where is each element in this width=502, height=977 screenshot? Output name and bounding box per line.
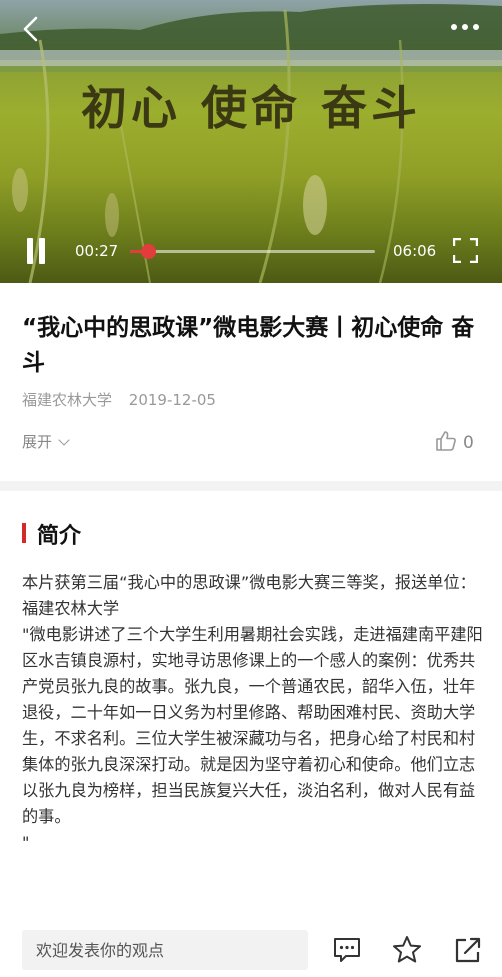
share-icon <box>455 937 481 963</box>
article-date: 2019-12-05 <box>128 391 216 409</box>
article-source: 福建农林大学 <box>22 391 113 409</box>
intro-paragraph: 本片获第三届“我心中的思政课”微电影大赛三等奖，报送单位：福建农林大学 <box>22 573 476 618</box>
article-meta: 福建农林大学 2019-12-05 <box>22 389 216 410</box>
more-options-button[interactable] <box>450 16 480 40</box>
thumbs-up-icon <box>436 431 456 451</box>
back-arrow-icon <box>23 16 38 42</box>
share-button[interactable] <box>453 935 483 965</box>
pause-icon-bar <box>39 238 45 264</box>
expand-button[interactable]: 展开 <box>22 431 70 452</box>
video-controls: 00:27 06:06 <box>0 230 502 274</box>
heading-accent-bar <box>22 523 26 543</box>
article-title: “我心中的思政课”微电影大赛丨初心使命 奋斗 <box>22 315 475 376</box>
section-divider <box>0 481 502 491</box>
pause-icon <box>27 238 33 264</box>
fullscreen-icon <box>452 237 479 264</box>
like-count: 0 <box>463 433 474 453</box>
intro-paragraph: "微电影讲述了三个大学生利用暑期社会实践，走进福建南平建阳区水吉镇良源村，实地寻… <box>22 625 483 826</box>
progress-knob[interactable] <box>141 244 157 259</box>
video-overlay-title: 初心 使命 奋斗 <box>80 81 422 135</box>
bottom-bar <box>0 917 502 977</box>
duration: 06:06 <box>393 242 437 260</box>
intro-text: 本片获第三届“我心中的思政课”微电影大赛三等奖，报送单位：福建农林大学 "微电影讲… <box>22 570 486 856</box>
back-button[interactable] <box>18 14 48 44</box>
comment-input[interactable] <box>22 930 308 970</box>
intro-heading-text: 简介 <box>37 524 82 549</box>
expand-label: 展开 <box>22 433 53 451</box>
comment-button[interactable] <box>332 935 362 965</box>
like-button[interactable]: 0 <box>435 430 474 453</box>
favorite-button[interactable] <box>392 935 422 965</box>
comment-icon <box>334 938 360 962</box>
star-icon <box>393 936 421 963</box>
chevron-down-icon <box>58 434 70 446</box>
pause-button[interactable] <box>26 238 48 266</box>
intro-paragraph: " <box>22 833 30 852</box>
more-dots-icon <box>451 24 479 30</box>
progress-slider[interactable] <box>130 244 375 259</box>
current-time: 00:27 <box>75 242 119 260</box>
video-player[interactable]: 初心 使命 奋斗 00:27 06:06 <box>0 0 502 283</box>
fullscreen-button[interactable] <box>452 237 479 264</box>
